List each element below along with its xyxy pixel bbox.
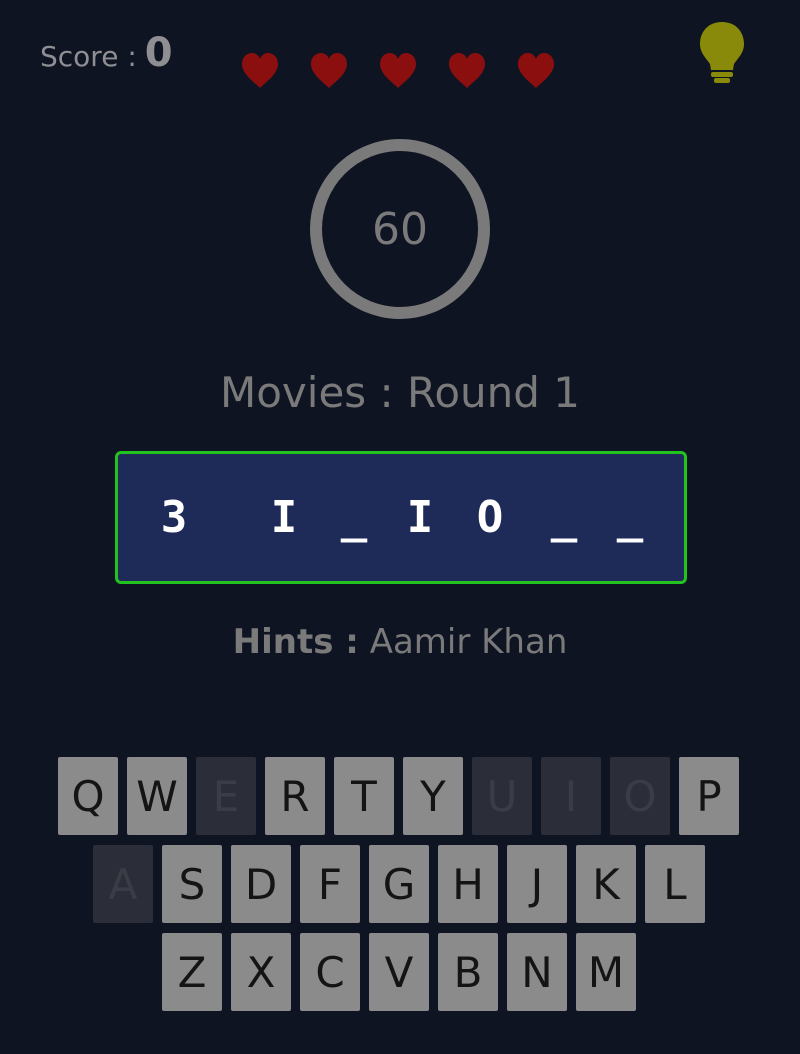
word-letter: O	[476, 492, 504, 543]
word-letter: _	[340, 492, 368, 543]
word-letter: 3	[160, 492, 188, 543]
key-p[interactable]: P	[679, 757, 739, 835]
score-value: 0	[144, 30, 173, 76]
key-t[interactable]: T	[334, 757, 394, 835]
key-b[interactable]: B	[438, 933, 498, 1011]
keyboard-row: ZXCVBNM	[162, 933, 636, 1011]
key-i: I	[541, 757, 601, 835]
word-letter: _	[550, 492, 578, 543]
score-label: Score :	[40, 40, 137, 73]
key-e: E	[196, 757, 256, 835]
key-f[interactable]: F	[300, 845, 360, 923]
word-letter: I	[270, 492, 298, 543]
hints-text: Aamir Khan	[369, 622, 568, 662]
key-r[interactable]: R	[265, 757, 325, 835]
key-c[interactable]: C	[300, 933, 360, 1011]
key-g[interactable]: G	[369, 845, 429, 923]
keyboard-row: ASDFGHJKL	[93, 845, 705, 923]
timer-value: 60	[372, 203, 428, 255]
hints-line: Hints : Aamir Khan	[0, 622, 800, 662]
word-puzzle: 3 I _ I O _ _	[115, 451, 687, 584]
lightbulb-icon	[700, 22, 744, 83]
key-h[interactable]: H	[438, 845, 498, 923]
key-o: O	[610, 757, 670, 835]
key-k[interactable]: K	[576, 845, 636, 923]
key-d[interactable]: D	[231, 845, 291, 923]
heart-icon	[380, 53, 416, 88]
key-u: U	[472, 757, 532, 835]
countdown-timer: 60	[308, 137, 492, 321]
word-letter: _	[616, 492, 644, 543]
key-j[interactable]: J	[507, 845, 567, 923]
key-l[interactable]: L	[645, 845, 705, 923]
key-z[interactable]: Z	[162, 933, 222, 1011]
key-v[interactable]: V	[369, 933, 429, 1011]
key-y[interactable]: Y	[403, 757, 463, 835]
key-w[interactable]: W	[127, 757, 187, 835]
heart-icon	[449, 53, 485, 88]
key-s[interactable]: S	[162, 845, 222, 923]
key-x[interactable]: X	[231, 933, 291, 1011]
score-display: Score : 0	[40, 30, 173, 76]
key-q[interactable]: Q	[58, 757, 118, 835]
key-n[interactable]: N	[507, 933, 567, 1011]
heart-icon	[311, 53, 347, 88]
key-m[interactable]: M	[576, 933, 636, 1011]
key-a: A	[93, 845, 153, 923]
word-letter: I	[406, 492, 434, 543]
lives-display	[240, 52, 556, 90]
round-title: Movies : Round 1	[220, 368, 580, 417]
hints-label: Hints :	[232, 622, 359, 662]
hint-button[interactable]	[698, 20, 746, 84]
keyboard-row: QWERTYUIOP	[58, 757, 739, 835]
heart-icon	[518, 53, 554, 88]
heart-icon	[242, 53, 278, 88]
